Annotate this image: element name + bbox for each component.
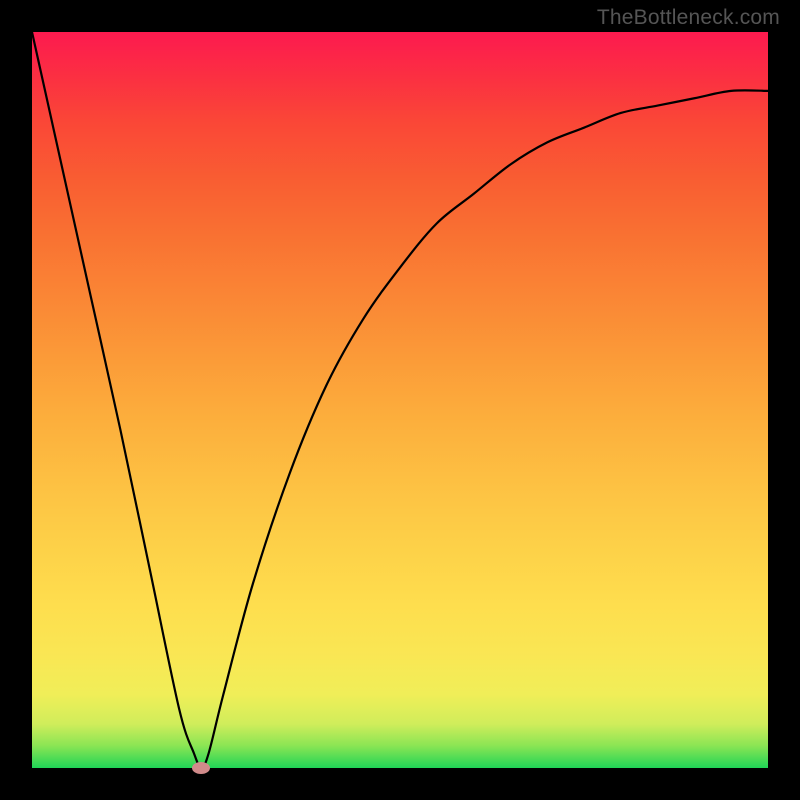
bottleneck-curve-path	[32, 32, 768, 768]
watermark-text: TheBottleneck.com	[597, 6, 780, 30]
curve-svg	[32, 32, 768, 768]
chart-frame: TheBottleneck.com	[0, 0, 800, 800]
plot-area	[32, 32, 768, 768]
curve-minimum-marker	[192, 762, 210, 774]
